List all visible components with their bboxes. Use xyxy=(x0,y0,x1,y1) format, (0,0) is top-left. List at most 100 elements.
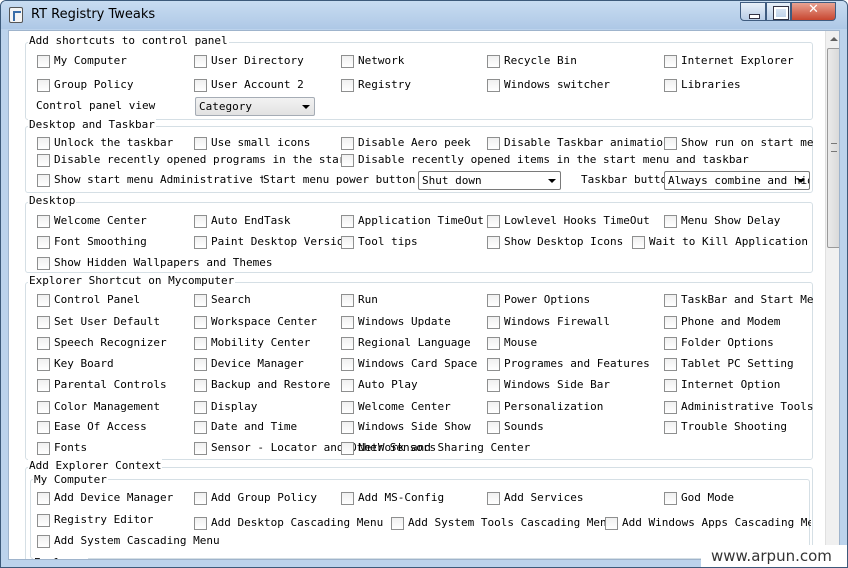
checkbox-label-folder-options[interactable]: Folder Options xyxy=(681,336,813,349)
checkbox-device-manager[interactable] xyxy=(194,358,207,371)
checkbox-label-network[interactable]: Network xyxy=(358,54,404,67)
checkbox-registry[interactable] xyxy=(341,79,354,92)
checkbox-label-add-system-cascading-menu[interactable]: Add System Cascading Menu xyxy=(54,534,220,547)
checkbox-display[interactable] xyxy=(194,401,207,414)
checkbox-mobility-center[interactable] xyxy=(194,337,207,350)
checkbox-menu-show-delay[interactable] xyxy=(664,215,677,228)
title-bar[interactable]: RT Registry Tweaks ✕ xyxy=(1,1,847,29)
checkbox-add-desktop-cascading-menu[interactable] xyxy=(194,517,207,530)
checkbox-add-windows-apps-cascading-menu[interactable] xyxy=(605,517,618,530)
checkbox-label-device-manager[interactable]: Device Manager xyxy=(211,357,304,370)
checkbox-control-panel[interactable] xyxy=(37,294,50,307)
checkbox-disable-recently-opened-programs-in-the-start-menu[interactable] xyxy=(37,154,50,167)
checkbox-label-welcome-center[interactable]: Welcome Center xyxy=(358,400,451,413)
checkbox-label-taskbar-and-start-menu[interactable]: TaskBar and Start Menu xyxy=(681,293,813,306)
checkbox-backup-and-restore[interactable] xyxy=(194,379,207,392)
checkbox-label-tool-tips[interactable]: Tool tips xyxy=(358,235,418,248)
checkbox-label-add-group-policy[interactable]: Add Group Policy xyxy=(211,491,317,504)
checkbox-label-libraries[interactable]: Libraries xyxy=(681,78,741,91)
scroll-up-arrow-icon[interactable] xyxy=(826,31,839,48)
checkbox-auto-endtask[interactable] xyxy=(194,215,207,228)
maximize-button[interactable] xyxy=(766,2,791,21)
checkbox-label-my-computer[interactable]: My Computer xyxy=(54,54,127,67)
checkbox-label-date-and-time[interactable]: Date and Time xyxy=(211,420,297,433)
checkbox-label-group-policy[interactable]: Group Policy xyxy=(54,78,133,91)
checkbox-label-power-options[interactable]: Power Options xyxy=(504,293,590,306)
checkbox-label-registry-editor[interactable]: Registry Editor xyxy=(54,513,153,526)
checkbox-tool-tips[interactable] xyxy=(341,236,354,249)
checkbox-label-trouble-shooting[interactable]: Trouble Shooting xyxy=(681,420,813,433)
checkbox-label-workspace-center[interactable]: Workspace Center xyxy=(211,315,317,328)
checkbox-label-show-hidden-wallpapers-and-themes[interactable]: Show Hidden Wallpapers and Themes xyxy=(54,256,273,269)
checkbox-label-add-device-manager[interactable]: Add Device Manager xyxy=(54,491,173,504)
checkbox-label-windows-side-bar[interactable]: Windows Side Bar xyxy=(504,378,610,391)
checkbox-regional-language[interactable] xyxy=(341,337,354,350)
power-button-select[interactable]: Shut down xyxy=(418,171,561,190)
checkbox-label-show-start-menu-administrative-tools[interactable]: Show start menu Administrative tools xyxy=(54,173,263,186)
checkbox-disable-aero-peek[interactable] xyxy=(341,137,354,150)
checkbox-label-mouse[interactable]: Mouse xyxy=(504,336,537,349)
checkbox-run[interactable] xyxy=(341,294,354,307)
checkbox-administrative-tools[interactable] xyxy=(664,401,677,414)
taskbar-buttons-select[interactable]: Always combine and hide labels xyxy=(664,171,810,190)
checkbox-label-auto-play[interactable]: Auto Play xyxy=(358,378,418,391)
checkbox-label-menu-show-delay[interactable]: Menu Show Delay xyxy=(681,214,780,227)
scrollbar-thumb[interactable] xyxy=(827,48,839,248)
checkbox-label-add-services[interactable]: Add Services xyxy=(504,491,583,504)
checkbox-label-internet-explorer[interactable]: Internet Explorer xyxy=(681,54,794,67)
checkbox-windows-side-show[interactable] xyxy=(341,421,354,434)
checkbox-internet-explorer[interactable] xyxy=(664,55,677,68)
checkbox-label-search[interactable]: Search xyxy=(211,293,251,306)
checkbox-mouse[interactable] xyxy=(487,337,500,350)
checkbox-add-device-manager[interactable] xyxy=(37,492,50,505)
checkbox-parental-controls[interactable] xyxy=(37,379,50,392)
checkbox-add-system-tools-cascading-menu[interactable] xyxy=(391,517,404,530)
vertical-scrollbar[interactable] xyxy=(825,31,839,559)
checkbox-fonts[interactable] xyxy=(37,442,50,455)
checkbox-use-small-icons[interactable] xyxy=(194,137,207,150)
checkbox-programes-and-features[interactable] xyxy=(487,358,500,371)
checkbox-label-tablet-pc-setting[interactable]: Tablet PC Setting xyxy=(681,357,813,370)
checkbox-taskbar-and-start-menu[interactable] xyxy=(664,294,677,307)
checkbox-personalization[interactable] xyxy=(487,401,500,414)
checkbox-phone-and-modem[interactable] xyxy=(664,316,677,329)
checkbox-label-god-mode[interactable]: God Mode xyxy=(681,491,734,504)
checkbox-label-recycle-bin[interactable]: Recycle Bin xyxy=(504,54,577,67)
checkbox-label-mobility-center[interactable]: Mobility Center xyxy=(211,336,310,349)
checkbox-label-windows-switcher[interactable]: Windows switcher xyxy=(504,78,610,91)
checkbox-label-speech-recognizer[interactable]: Speech Recognizer xyxy=(54,336,167,349)
close-button[interactable]: ✕ xyxy=(791,2,836,21)
checkbox-label-personalization[interactable]: Personalization xyxy=(504,400,603,413)
checkbox-windows-update[interactable] xyxy=(341,316,354,329)
checkbox-user-directory[interactable] xyxy=(194,55,207,68)
checkbox-label-color-management[interactable]: Color Management xyxy=(54,400,160,413)
checkbox-label-network-and-sharing-center[interactable]: NetWork and Sharing Center xyxy=(358,441,530,454)
checkbox-label-display[interactable]: Display xyxy=(211,400,257,413)
checkbox-registry-editor[interactable] xyxy=(37,514,50,527)
checkbox-label-lowlevel-hooks-timeout[interactable]: Lowlevel Hooks TimeOut xyxy=(504,214,650,227)
checkbox-my-computer[interactable] xyxy=(37,55,50,68)
checkbox-label-add-ms-config[interactable]: Add MS-Config xyxy=(358,491,444,504)
checkbox-label-paint-desktop-version[interactable]: Paint Desktop Version xyxy=(211,235,350,248)
checkbox-label-user-directory[interactable]: User Directory xyxy=(211,54,304,67)
checkbox-group-policy[interactable] xyxy=(37,79,50,92)
checkbox-internet-option[interactable] xyxy=(664,379,677,392)
checkbox-label-wait-to-kill-application-time[interactable]: Wait to Kill Application Time xyxy=(649,235,811,248)
checkbox-label-set-user-default[interactable]: Set User Default xyxy=(54,315,160,328)
checkbox-label-add-system-tools-cascading-menu[interactable]: Add System Tools Cascading Menu xyxy=(408,516,613,529)
checkbox-show-start-menu-administrative-tools[interactable] xyxy=(37,174,50,187)
checkbox-tablet-pc-setting[interactable] xyxy=(664,358,677,371)
checkbox-workspace-center[interactable] xyxy=(194,316,207,329)
checkbox-add-services[interactable] xyxy=(487,492,500,505)
checkbox-windows-firewall[interactable] xyxy=(487,316,500,329)
checkbox-disable-recently-opened-items-in-the-start-menu-and-taskbar[interactable] xyxy=(341,154,354,167)
control-panel-view-select[interactable]: Category xyxy=(195,97,315,116)
checkbox-folder-options[interactable] xyxy=(664,337,677,350)
checkbox-windows-card-space[interactable] xyxy=(341,358,354,371)
checkbox-date-and-time[interactable] xyxy=(194,421,207,434)
checkbox-label-backup-and-restore[interactable]: Backup and Restore xyxy=(211,378,330,391)
checkbox-sensor-locator-and-other-sensors[interactable] xyxy=(194,442,207,455)
checkbox-label-parental-controls[interactable]: Parental Controls xyxy=(54,378,167,391)
checkbox-user-account-2[interactable] xyxy=(194,79,207,92)
checkbox-trouble-shooting[interactable] xyxy=(664,421,677,434)
